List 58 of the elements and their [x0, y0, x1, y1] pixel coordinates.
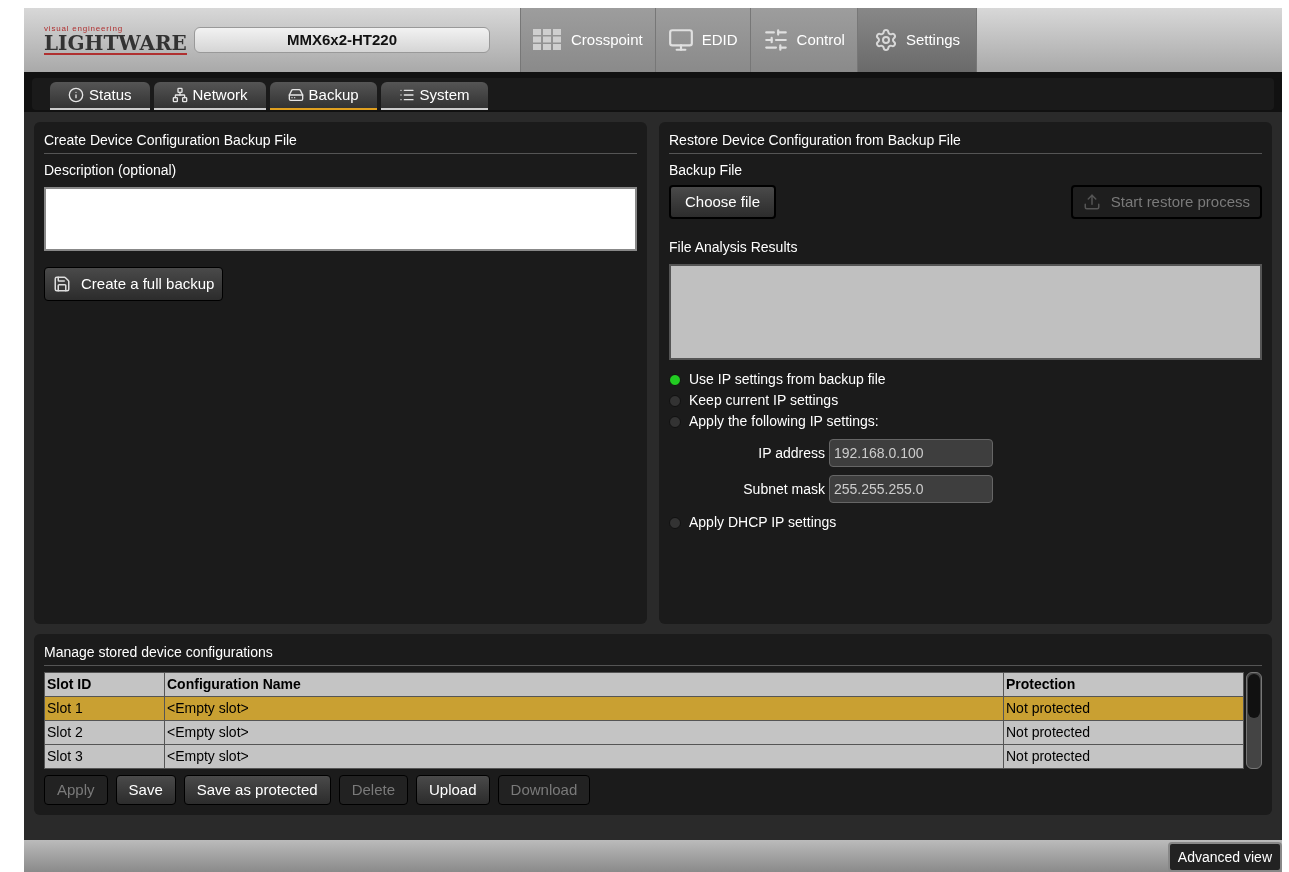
field-label: Backup File [669, 161, 744, 180]
panel-title: Create Device Configuration Backup File [44, 130, 637, 154]
sliders-icon [762, 27, 789, 53]
logo: LIGHTWARE [44, 33, 187, 55]
sub-tab[interactable]: Status [50, 82, 150, 110]
ip-field[interactable]: 255.255.255.0 [829, 475, 993, 503]
radio-option[interactable]: Apply the following IP settings: [669, 412, 1262, 431]
device-name: MMX6x2-HT220 [194, 27, 490, 53]
field-label: IP address [757, 443, 825, 463]
nav-tab[interactable]: Settings [856, 8, 977, 72]
choose-file-button[interactable]: Choose file [669, 185, 777, 219]
sub-tab[interactable]: System [380, 82, 488, 110]
table-row[interactable]: Slot 3 <Empty slot> Not protected [44, 744, 1244, 769]
radio-option[interactable]: Use IP settings from backup file [669, 370, 1262, 389]
drive-icon [287, 87, 304, 103]
field-label: Description (optional) [44, 161, 178, 180]
table-cell: Not protected [1003, 720, 1244, 745]
floppy-icon [53, 275, 71, 293]
grid-icon [533, 29, 563, 51]
table-cell: Slot 2 [44, 720, 165, 745]
table-cell: Slot 1 [44, 696, 165, 721]
description-field[interactable] [44, 187, 637, 251]
radio-option[interactable]: Keep current IP settings [669, 391, 1262, 410]
radio-option[interactable]: Apply DHCP IP settings [669, 513, 1262, 532]
sub-tab[interactable]: Backup [269, 82, 377, 110]
monitor-icon [667, 27, 694, 53]
column-header: Configuration Name [164, 672, 1004, 697]
info-icon [68, 87, 84, 103]
table-cell: <Empty slot> [164, 720, 1004, 745]
panel-title: Restore Device Configuration from Backup File [669, 130, 1262, 154]
table-row[interactable]: Slot 2 <Empty slot> Not protected [44, 720, 1244, 745]
network-icon [171, 87, 188, 103]
column-header: Protection [1003, 672, 1244, 697]
table-cell: Not protected [1003, 696, 1244, 721]
create-backup-button[interactable]: Create a full backup [44, 267, 224, 301]
list-icon [398, 87, 415, 103]
field-label: File Analysis Results [669, 238, 799, 257]
logo-tagline: visual engineering [44, 25, 124, 33]
table-action-button[interactable]: Upload [416, 775, 490, 805]
radio-button[interactable] [669, 516, 681, 529]
table-row[interactable]: Slot 1 <Empty slot> Not protected [44, 696, 1244, 721]
table-cell: Not protected [1003, 744, 1244, 769]
table-action-button[interactable]: Save [115, 775, 176, 805]
radio-button[interactable] [669, 373, 681, 386]
ip-field[interactable]: 192.168.0.100 [829, 439, 993, 467]
sub-tab[interactable]: Network [153, 82, 266, 110]
gears-icon [873, 28, 898, 52]
table-cell: <Empty slot> [164, 744, 1004, 769]
table-cell: <Empty slot> [164, 696, 1004, 721]
advanced-view-button[interactable]: Advanced view [1167, 842, 1282, 872]
table-cell: Slot 3 [44, 744, 165, 769]
table-action-button[interactable]: Save as protected [183, 775, 331, 805]
radio-button[interactable] [669, 394, 681, 407]
upload-icon [1082, 193, 1101, 211]
radio-button[interactable] [669, 415, 681, 428]
panel-title: Manage stored device configurations [44, 642, 1262, 666]
field-label: Subnet mask [742, 479, 825, 499]
column-header: Slot ID [44, 672, 165, 697]
